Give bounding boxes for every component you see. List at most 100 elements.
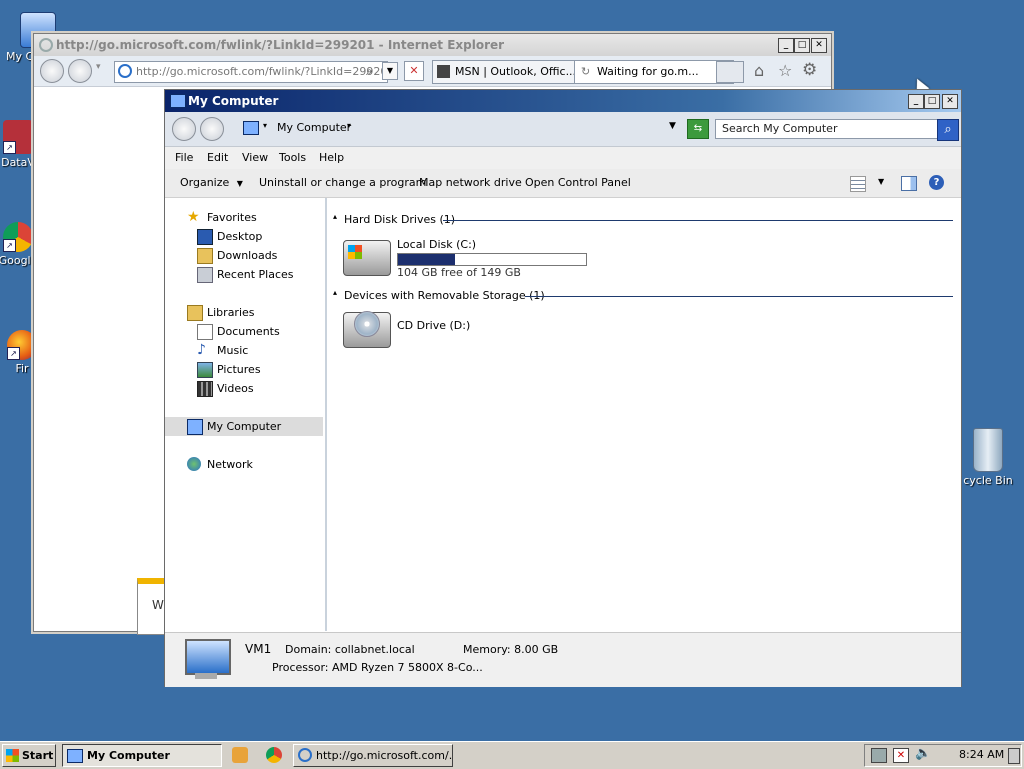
drive-c-usage-fill: [398, 254, 455, 265]
ie-address-input[interactable]: http://go.microsoft.com/fwlink/?LinkId=2…: [114, 61, 388, 83]
collapse-group-icon[interactable]: ▴: [333, 288, 337, 297]
nav-videos[interactable]: Videos: [165, 379, 323, 398]
drive-d-tile[interactable]: CD Drive (D:): [343, 308, 523, 352]
address-history-dropdown[interactable]: ▼: [669, 121, 676, 131]
nav-documents[interactable]: Documents: [165, 322, 323, 341]
media-player-icon[interactable]: [232, 747, 248, 763]
group-divider: [525, 296, 953, 297]
menu-tools[interactable]: Tools: [279, 147, 306, 169]
network-icon: [187, 457, 201, 471]
taskbar-item-my-computer[interactable]: My Computer: [62, 744, 222, 767]
pictures-icon: [197, 362, 213, 378]
nav-label: Desktop: [217, 230, 263, 243]
desktop-icon: [197, 229, 213, 245]
nav-music[interactable]: ♪ Music: [165, 341, 323, 360]
chevron-down-icon[interactable]: ▾: [347, 121, 351, 130]
view-options-icon[interactable]: [850, 176, 866, 192]
volume-icon[interactable]: 🔈: [915, 746, 931, 761]
new-tab-button[interactable]: [716, 61, 744, 83]
nav-label: Recent Places: [217, 268, 294, 281]
ie-tab-msn[interactable]: MSN | Outlook, Offic...: [432, 60, 592, 84]
menu-help[interactable]: Help: [319, 147, 344, 169]
taskbar-item-ie[interactable]: http://go.microsoft.com/...: [293, 744, 453, 767]
nav-network[interactable]: Network: [165, 455, 323, 474]
menu-view[interactable]: View: [242, 147, 268, 169]
nav-libraries[interactable]: Libraries: [165, 303, 323, 322]
msn-icon: [437, 65, 450, 78]
uninstall-program-button[interactable]: Uninstall or change a program: [259, 169, 426, 197]
nav-recent-places[interactable]: Recent Places: [165, 265, 323, 284]
desktop-icon-recycle-bin[interactable]: cycle Bin: [958, 428, 1018, 487]
nav-pictures[interactable]: Pictures: [165, 360, 323, 379]
drive-c-tile[interactable]: Local Disk (C:) 104 GB free of 149 GB: [343, 238, 593, 279]
close-button[interactable]: ✕: [942, 94, 958, 109]
organize-label: Organize: [180, 176, 230, 189]
forward-button[interactable]: [200, 117, 224, 141]
ie-tab-waiting[interactable]: ↻ Waiting for go.m... ✕: [574, 60, 734, 84]
close-button[interactable]: ✕: [811, 38, 827, 53]
nav-favorites[interactable]: ★ Favorites: [165, 208, 323, 227]
search-input[interactable]: Search My Computer: [715, 119, 943, 139]
nav-label: Pictures: [217, 363, 261, 376]
search-icon[interactable]: ⌕: [937, 119, 959, 141]
ie-navigation-bar: ▾ http://go.microsoft.com/fwlink/?LinkId…: [34, 56, 831, 87]
network-tray-icon[interactable]: [871, 748, 887, 763]
nav-label: Videos: [217, 382, 254, 395]
action-center-icon[interactable]: ✕: [893, 748, 909, 763]
address-dropdown-button[interactable]: ▼: [382, 62, 398, 80]
map-network-drive-button[interactable]: Map network drive: [419, 169, 522, 197]
open-control-panel-button[interactable]: Open Control Panel: [525, 169, 631, 197]
chrome-icon[interactable]: [266, 747, 282, 763]
drive-d-name: CD Drive (D:): [397, 319, 471, 332]
menu-file[interactable]: File: [175, 147, 193, 169]
chevron-down-icon[interactable]: ▾: [263, 121, 267, 130]
nav-label: My Computer: [207, 420, 282, 433]
menu-edit[interactable]: Edit: [207, 147, 228, 169]
preview-pane-icon[interactable]: [901, 176, 917, 191]
maximize-button[interactable]: □: [794, 38, 810, 53]
group-header-removable[interactable]: Devices with Removable Storage (1): [344, 288, 545, 304]
help-icon[interactable]: ?: [929, 175, 944, 190]
favorites-star-icon[interactable]: ☆: [778, 61, 792, 80]
content-pane: ▴ Hard Disk Drives (1) Local Disk (C:) 1…: [327, 198, 961, 631]
ie-icon: [298, 748, 312, 762]
taskbar-item-label: My Computer: [87, 749, 170, 762]
explorer-titlebar[interactable]: My Computer _ □ ✕: [165, 90, 961, 112]
maximize-button[interactable]: □: [924, 94, 940, 109]
shortcut-arrow-icon: ↗: [3, 141, 16, 154]
organize-button[interactable]: Organize ▼: [180, 169, 243, 198]
search-icon[interactable]: ⌕: [366, 64, 373, 79]
group-divider: [443, 220, 953, 221]
computer-domain: Domain: collabnet.local: [285, 643, 415, 656]
minimize-button[interactable]: _: [908, 94, 924, 109]
start-button[interactable]: Start: [2, 744, 56, 767]
tab-label: Waiting for go.m...: [597, 65, 699, 78]
explorer-window[interactable]: My Computer _ □ ✕ ▾ My Computer ▾ ▼ ⇆ Se…: [164, 89, 962, 687]
stop-icon[interactable]: ✕: [404, 61, 424, 81]
gear-icon[interactable]: ⚙: [802, 60, 817, 80]
computer-icon: [67, 749, 83, 763]
forward-button[interactable]: [68, 59, 92, 83]
shortcut-arrow-icon: ↗: [3, 239, 16, 252]
back-button[interactable]: [40, 59, 64, 83]
computer-icon: [170, 94, 186, 108]
star-icon: ★: [187, 209, 200, 225]
clock[interactable]: 8:24 AM: [959, 748, 1004, 761]
explorer-address-bar: ▾ My Computer ▾ ▼ ⇆ Search My Computer ⌕: [165, 112, 961, 147]
nav-desktop[interactable]: Desktop: [165, 227, 323, 246]
nav-my-computer[interactable]: My Computer: [165, 417, 323, 436]
chevron-down-icon[interactable]: ▾: [96, 62, 101, 72]
ie-titlebar[interactable]: http://go.microsoft.com/fwlink/?LinkId=2…: [34, 34, 831, 56]
refresh-icon[interactable]: ⇆: [687, 119, 709, 139]
back-button[interactable]: [172, 117, 196, 141]
nav-downloads[interactable]: Downloads: [165, 246, 323, 265]
chevron-down-icon[interactable]: ▼: [878, 177, 884, 186]
home-icon[interactable]: ⌂: [754, 61, 764, 80]
collapse-group-icon[interactable]: ▴: [333, 212, 337, 221]
computer-icon: [185, 639, 231, 675]
breadcrumb-item[interactable]: My Computer: [277, 121, 351, 134]
breadcrumb[interactable]: ▾ My Computer ▾ ▼: [239, 118, 679, 138]
minimize-button[interactable]: _: [778, 38, 794, 53]
group-header-hdd[interactable]: Hard Disk Drives (1): [344, 212, 455, 228]
show-desktop-button[interactable]: [1008, 748, 1020, 764]
